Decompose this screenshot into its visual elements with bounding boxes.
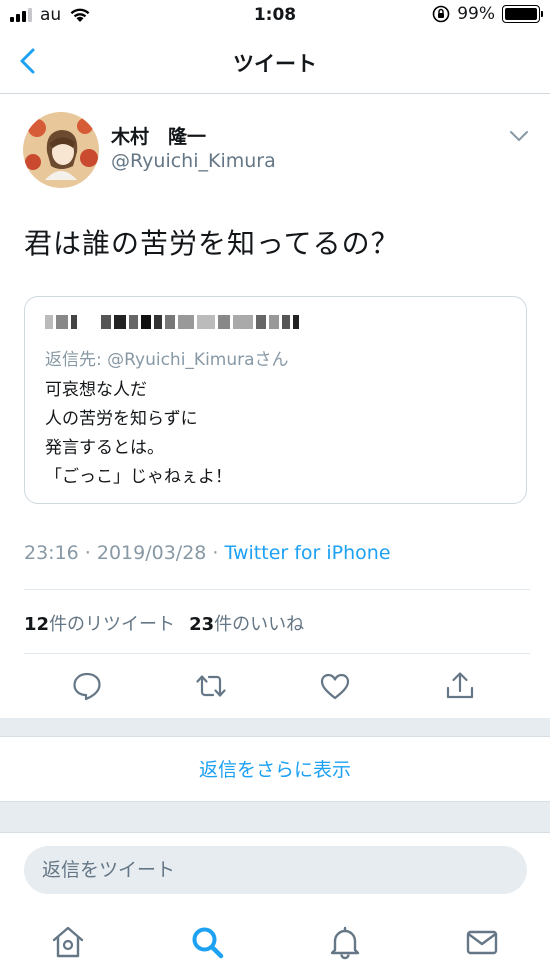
notifications-bell-icon[interactable] [327,924,363,960]
author-handle[interactable]: @Ryuichi_Kimura [111,150,276,172]
quoted-line: 発言するとは。 [45,438,164,458]
section-separator [0,718,550,736]
reply-to-line: 返信先: @Ryuichi_Kimuraさん [45,345,289,370]
section-separator [0,802,550,832]
quoted-line: 人の苦労を知らずに [45,409,198,429]
rotation-lock-icon [432,5,450,23]
likes-label: 件のいいね [214,614,305,635]
search-icon[interactable] [189,924,225,960]
page-title: ツイート [233,52,317,76]
divider [24,589,530,590]
quoted-line: 「ごっこ」じゃねぇよ！ [45,467,232,487]
likes-count: 23 [189,614,215,635]
quoted-tweet-text: 可哀想な人だ 人の苦労を知らずに 発言するとは。 「ごっこ」じゃねぇよ！ [45,376,232,492]
reply-to-handle[interactable]: @Ryuichi_Kimura [107,350,254,370]
reply-to-suffix: さん [254,350,289,370]
tweet-timestamp: 23:16 · 2019/03/28 · Twitter for iPhone [24,542,391,564]
battery-percent: 99% [457,4,495,24]
reply-input[interactable]: 返信をツイート [24,846,527,894]
retweets-count: 12 [24,614,50,635]
author-name[interactable]: 木村 隆一 [111,122,206,149]
tweet-text: 君は誰の苦労を知ってるの？ [24,227,400,260]
retweets-stat[interactable]: 12件のリツイート [24,610,175,636]
quoted-tweet[interactable]: 返信先: @Ryuichi_Kimuraさん 可哀想な人だ 人の苦労を知らずに … [24,296,527,504]
quoted-line: 可哀想な人だ [45,380,147,400]
status-bar: au 1:08 99% [0,0,550,32]
pixelated-author-name [45,315,299,329]
battery-icon [502,5,543,23]
timestamp-text: 23:16 · 2019/03/28 · [24,542,225,564]
reply-icon[interactable] [71,670,103,702]
tweet-stats: 12件のリツイート 23件のいいね [24,610,304,636]
messages-mail-icon[interactable] [464,924,500,960]
likes-stat[interactable]: 23件のいいね [189,610,304,636]
retweets-label: 件のリツイート [49,614,176,635]
source-link[interactable]: Twitter for iPhone [225,542,391,564]
show-more-replies-button[interactable]: 返信をさらに表示 [0,736,550,802]
chevron-down-icon[interactable] [508,129,530,143]
nav-bar: ツイート [0,32,550,94]
avatar[interactable] [23,112,99,188]
reply-to-prefix: 返信先: [45,350,108,370]
home-icon[interactable] [50,924,86,960]
divider [24,653,530,654]
share-icon[interactable] [444,670,476,702]
like-heart-icon[interactable] [319,670,351,702]
retweet-icon[interactable] [195,670,227,702]
